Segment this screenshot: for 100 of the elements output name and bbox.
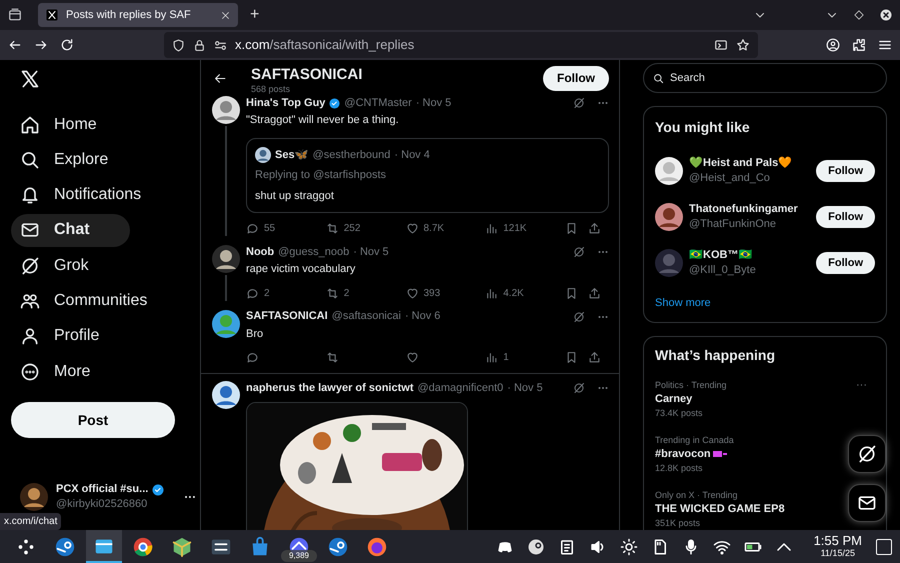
- reply-icon[interactable]: [246, 286, 259, 300]
- x-logo-icon[interactable]: [20, 69, 40, 89]
- close-window-icon[interactable]: [880, 9, 892, 21]
- author-handle: @damagnificent0: [417, 380, 504, 396]
- maximize-icon[interactable]: [854, 10, 864, 20]
- reader-view-icon[interactable]: [714, 38, 728, 52]
- show-more-link[interactable]: Show more: [655, 295, 711, 312]
- search-field[interactable]: Search: [643, 63, 887, 93]
- search-icon: [20, 150, 40, 170]
- card-title: You might like: [655, 118, 751, 137]
- nav-item[interactable]: Grok: [11, 249, 129, 282]
- post-count: 568 posts: [251, 84, 292, 94]
- post-date: · Nov 5: [507, 380, 543, 396]
- search-icon: [653, 73, 664, 84]
- forward-icon[interactable]: [34, 38, 48, 52]
- new-tab-button[interactable]: +: [246, 3, 264, 27]
- browser-tab[interactable]: Posts with replies by SAF: [38, 3, 238, 27]
- clock[interactable]: 1:55 PM 11/15/25: [814, 534, 862, 558]
- views-count: 4.2K: [503, 286, 524, 300]
- author-name: Ses🦋: [275, 148, 309, 162]
- follow-button[interactable]: Follow: [543, 66, 609, 90]
- bookmark-icon[interactable]: [565, 351, 578, 364]
- replying-to-text: Replying to @starfishposts: [255, 168, 388, 183]
- close-icon[interactable]: [221, 10, 230, 20]
- trend-post-count: 73.4K posts: [655, 406, 703, 420]
- bar-chart-icon[interactable]: [485, 351, 498, 364]
- link-status-tooltip: x.com/i/chat: [0, 513, 62, 530]
- nav-item[interactable]: Home: [11, 108, 137, 141]
- bookmark-icon[interactable]: [565, 222, 578, 235]
- nav-item[interactable]: Chat: [11, 214, 130, 247]
- menu-icon[interactable]: [878, 38, 892, 52]
- trend-topic[interactable]: THE WICKED GAME EP8: [655, 502, 785, 516]
- trend-post-count: 351K posts: [655, 516, 700, 530]
- user-name: 🇧🇷KOB™🇧🇷: [689, 248, 754, 263]
- avatar: [20, 483, 48, 511]
- reply-icon[interactable]: [246, 351, 259, 364]
- repost-icon[interactable]: [326, 351, 339, 364]
- chat-floating-button[interactable]: [848, 484, 886, 522]
- back-icon[interactable]: [8, 38, 22, 52]
- likes-count: 393: [424, 286, 440, 300]
- heart-icon[interactable]: [406, 222, 418, 235]
- address-bar[interactable]: x.com/saftasonicai/with_replies: [164, 32, 758, 58]
- steam-icon[interactable]: [526, 538, 545, 556]
- brightness-icon[interactable]: [620, 538, 638, 556]
- user-name: 💚Heist and Pals🧡: [689, 156, 794, 171]
- post-date: · Nov 6: [404, 309, 440, 324]
- slashed-circle-icon: [20, 256, 40, 276]
- taskbar-app[interactable]: 9,389: [281, 530, 317, 563]
- grok-floating-button[interactable]: [848, 435, 886, 473]
- share-icon[interactable]: [588, 286, 601, 300]
- post-date: · Nov 5: [416, 96, 452, 111]
- tab-list-icon[interactable]: [8, 8, 22, 22]
- replies-count: 55: [264, 222, 276, 236]
- share-icon[interactable]: [588, 351, 601, 364]
- account-icon[interactable]: [826, 38, 840, 52]
- repost-icon[interactable]: [326, 286, 339, 300]
- back-arrow-icon[interactable]: [214, 72, 227, 84]
- nav-item[interactable]: Profile: [11, 320, 140, 353]
- follow-button[interactable]: Follow: [816, 252, 875, 274]
- bookmark-star-icon[interactable]: [736, 38, 750, 52]
- avatar: [655, 249, 683, 277]
- reload-icon[interactable]: [60, 38, 74, 52]
- reply-icon[interactable]: [246, 222, 259, 235]
- fox-browser-icon: [366, 536, 388, 558]
- bar-chart-icon[interactable]: [485, 222, 498, 235]
- nav-item[interactable]: Explore: [11, 143, 148, 176]
- show-desktop-button[interactable]: [876, 538, 892, 554]
- browser-icon: [132, 536, 154, 558]
- nav-item[interactable]: More: [11, 355, 130, 388]
- lock-icon: [193, 38, 206, 52]
- follow-button[interactable]: Follow: [816, 160, 875, 182]
- follow-button[interactable]: Follow: [816, 206, 875, 228]
- taskbar-app[interactable]: [86, 530, 122, 563]
- trend-topic[interactable]: Carney: [655, 392, 692, 406]
- share-icon[interactable]: [588, 222, 601, 235]
- extensions-icon[interactable]: [852, 38, 866, 52]
- trend-topic[interactable]: #bravocon: [655, 446, 711, 460]
- user-handle: @ThatFunkinOne: [689, 217, 777, 232]
- bar-chart-icon[interactable]: [485, 286, 498, 300]
- trend-post-count: 12.8K posts: [655, 462, 703, 474]
- slashed-circle-icon[interactable]: [573, 97, 585, 109]
- avatar: [212, 381, 240, 409]
- slashed-circle-icon[interactable]: [573, 382, 585, 394]
- repost-icon[interactable]: [326, 222, 339, 235]
- person-icon: [20, 326, 40, 346]
- more-button[interactable]: ···: [184, 488, 196, 506]
- slashed-circle-icon[interactable]: [573, 310, 585, 322]
- nav-item[interactable]: Communities: [11, 284, 188, 318]
- quoted-post[interactable]: Ses🦋 @sestherbound · Nov 4 Replying to @starfishposts shut up straggot: [246, 138, 609, 213]
- cube-icon: [171, 536, 193, 558]
- heart-icon[interactable]: [406, 351, 418, 364]
- likes-count: 8.7K: [424, 222, 444, 236]
- heart-icon[interactable]: [406, 286, 418, 300]
- more-button[interactable]: ···: [856, 378, 867, 392]
- post-button[interactable]: Post: [11, 402, 175, 438]
- bell-icon: [20, 185, 40, 206]
- nav-item[interactable]: Notifications: [11, 178, 182, 212]
- x-logo-icon: [46, 9, 58, 21]
- slashed-circle-icon[interactable]: [573, 246, 585, 258]
- bookmark-icon[interactable]: [565, 286, 578, 300]
